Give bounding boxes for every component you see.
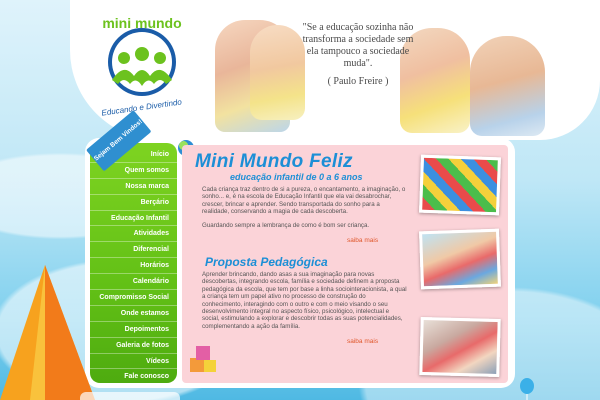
balloon-icon: [520, 378, 534, 400]
proposta-paragraph: Aprender brincando, dando asas a sua ima…: [202, 271, 407, 330]
logo[interactable]: mini mundo Educando e Divertindo: [82, 10, 202, 130]
classroom-photo-3: [419, 316, 501, 378]
quote-author: ( Paulo Freire ): [327, 76, 389, 87]
quote-text: "Se a educação sozinha não transforma a …: [302, 22, 414, 69]
page-subtitle: educação infantil de 0 a 6 anos: [230, 172, 363, 182]
bottom-wave: [80, 392, 180, 400]
logo-slogan: Educando e Divertindo: [101, 97, 183, 117]
nav-list: Início Quem somos Nossa marca Berçário E…: [90, 143, 177, 386]
saiba-mais-link-1[interactable]: saiba mais: [347, 237, 378, 244]
proposta-title: Proposta Pedagógica: [205, 255, 328, 269]
child-photo-left: [250, 25, 305, 120]
nav-item-atividades[interactable]: Atividades: [90, 226, 177, 243]
main-navigation: Início Quem somos Nossa marca Berçário E…: [90, 143, 177, 386]
quote-block: "Se a educação sozinha não transforma a …: [298, 22, 418, 88]
nav-item-educacao-infantil[interactable]: Educação Infantil: [90, 211, 177, 227]
saiba-mais-link-2[interactable]: saiba mais: [347, 338, 378, 345]
intro-paragraph: Cada criança traz dentro de si a pureza,…: [202, 186, 406, 216]
nav-item-onde-estamos[interactable]: Onde estamos: [90, 306, 177, 322]
toy-blocks-icon: [190, 346, 216, 372]
classroom-photo-2: [419, 228, 501, 290]
tent-decoration: [0, 265, 95, 400]
nav-item-videos[interactable]: Vídeos: [90, 354, 177, 370]
nav-item-depoimentos[interactable]: Depoimentos: [90, 322, 177, 338]
nav-item-fale-conosco[interactable]: Fale conosco: [90, 369, 177, 386]
classroom-photo-1: [419, 154, 501, 216]
nav-item-bercario[interactable]: Berçário: [90, 195, 177, 211]
mother-photo-right: [470, 36, 545, 136]
nav-item-diferencial[interactable]: Diferencial: [90, 242, 177, 259]
nav-item-horarios[interactable]: Horários: [90, 258, 177, 275]
intro-paragraph-2: Guardando sempre a lembrança de como é b…: [202, 222, 370, 229]
nav-item-compromisso-social[interactable]: Compromisso Social: [90, 290, 177, 306]
logo-title: mini mundo: [102, 15, 181, 31]
nav-item-calendario[interactable]: Calendário: [90, 274, 177, 291]
nav-item-galeria-de-fotos[interactable]: Galeria de fotos: [90, 338, 177, 354]
nav-item-nossa-marca[interactable]: Nossa marca: [90, 179, 177, 195]
page-title: Mini Mundo Feliz: [195, 151, 353, 172]
